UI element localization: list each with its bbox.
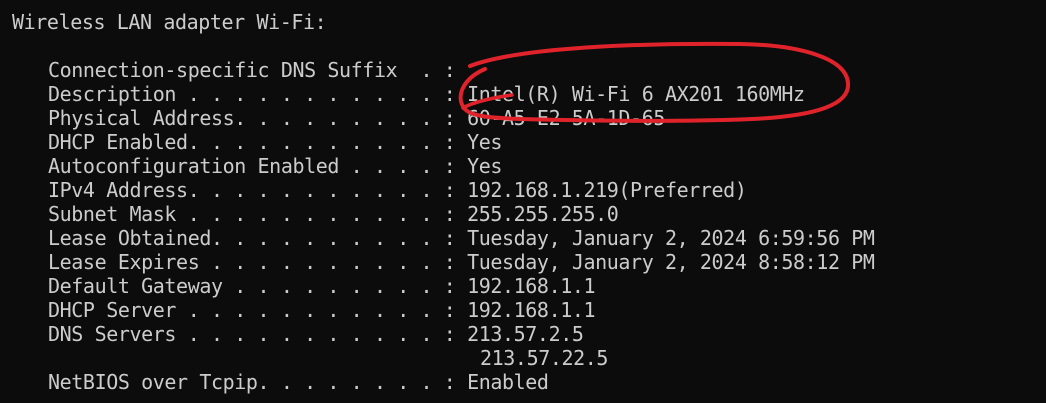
output-line-dns-servers-secondary: 213.57.22.5	[480, 346, 609, 370]
field-label: Physical Address. . . . . . . . . :	[48, 106, 456, 130]
field-label: NetBIOS over Tcpip. . . . . . . . :	[48, 370, 456, 394]
output-line-lease-expires: Lease Expires . . . . . . . . . . : Tues…	[12, 250, 875, 274]
field-value: Tuesday, January 2, 2024 8:58:12 PM	[455, 250, 875, 274]
field-label: Autoconfiguration Enabled . . . . :	[48, 154, 456, 178]
field-value: 255.255.255.0	[455, 202, 619, 226]
output-line-physical-address: Physical Address. . . . . . . . . : 60-A…	[12, 106, 875, 130]
field-value: Yes	[455, 154, 503, 178]
output-line-lease-obtained: Lease Obtained. . . . . . . . . . : Tues…	[12, 226, 875, 250]
field-value: Enabled	[455, 370, 549, 394]
field-value: 192.168.1.1	[455, 298, 596, 322]
field-value: 192.168.1.219(Preferred)	[455, 178, 747, 202]
output-line-dhcp-server: DHCP Server . . . . . . . . . . . : 192.…	[12, 298, 875, 322]
output-line-subnet-mask: Subnet Mask . . . . . . . . . . . : 255.…	[12, 202, 875, 226]
field-value: Intel(R) Wi-Fi 6 AX201 160MHz	[455, 82, 805, 106]
output-line-ipv4: IPv4 Address. . . . . . . . . . . : 192.…	[12, 178, 875, 202]
field-label: Lease Expires . . . . . . . . . . :	[48, 250, 456, 274]
field-label: Description . . . . . . . . . . . :	[48, 82, 456, 106]
output-line-netbios: NetBIOS over Tcpip. . . . . . . . : Enab…	[12, 370, 875, 394]
field-value: Yes	[455, 130, 503, 154]
field-label: Subnet Mask . . . . . . . . . . . :	[48, 202, 456, 226]
field-value: 213.57.2.5	[455, 322, 584, 346]
output-line-description: Description . . . . . . . . . . . : Inte…	[12, 82, 875, 106]
field-label: DNS Servers . . . . . . . . . . . :	[48, 322, 456, 346]
output-line-autoconfiguration: Autoconfiguration Enabled . . . . : Yes	[12, 154, 875, 178]
output-line-dns-servers: DNS Servers . . . . . . . . . . . : 213.…	[12, 322, 875, 346]
terminal-window[interactable]: Wireless LAN adapter Wi-Fi: Connection-s…	[0, 0, 1046, 403]
adapter-section-header: Wireless LAN adapter Wi-Fi:	[12, 10, 327, 34]
field-value: 192.168.1.1	[455, 274, 596, 298]
output-line-dhcp-enabled: DHCP Enabled. . . . . . . . . . . : Yes	[12, 130, 875, 154]
field-label: IPv4 Address. . . . . . . . . . . :	[48, 178, 456, 202]
output-line-dns-suffix: Connection-specific DNS Suffix . :	[12, 58, 875, 82]
field-label: Lease Obtained. . . . . . . . . . :	[48, 226, 456, 250]
ipconfig-output: Wireless LAN adapter Wi-Fi: Connection-s…	[12, 10, 875, 394]
field-label: Connection-specific DNS Suffix . :	[48, 58, 456, 82]
field-label: DHCP Server . . . . . . . . . . . :	[48, 298, 456, 322]
field-value: 60-A5-E2-5A-1D-65	[455, 106, 665, 130]
field-value: Tuesday, January 2, 2024 6:59:56 PM	[455, 226, 875, 250]
output-line-default-gateway: Default Gateway . . . . . . . . . : 192.…	[12, 274, 875, 298]
field-label: DHCP Enabled. . . . . . . . . . . :	[48, 130, 456, 154]
field-label: Default Gateway . . . . . . . . . :	[48, 274, 456, 298]
